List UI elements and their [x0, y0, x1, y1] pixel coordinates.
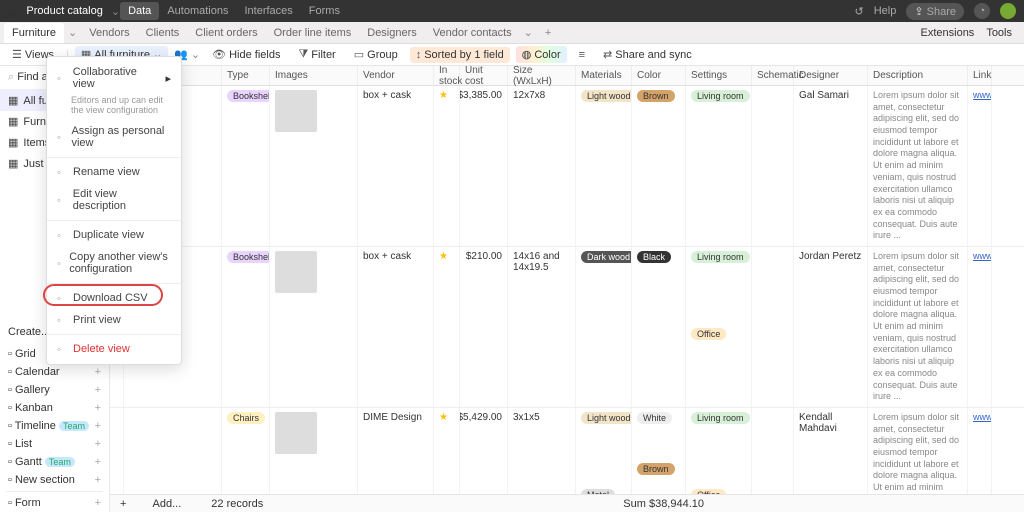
- menu-item[interactable]: ◦Delete view: [47, 338, 181, 360]
- data-grid: NameTypeImagesVendorIn stockUnit costSiz…: [110, 66, 1024, 512]
- create-view-type[interactable]: ▫ Timeline Team+: [0, 417, 109, 435]
- menu-item[interactable]: ◦Print view: [47, 309, 181, 331]
- history-icon[interactable]: ↺: [855, 5, 864, 18]
- menu-item[interactable]: ◦Copy another view's configuration: [47, 246, 181, 280]
- column-header[interactable]: Materials: [576, 66, 632, 85]
- table-row[interactable]: Bookshelves box + cask ★ $3,385.00 12x7x…: [110, 86, 1024, 247]
- table-tabs: Furniture ⌄ Vendors Clients Client order…: [0, 22, 1024, 44]
- help-link[interactable]: Help: [874, 5, 897, 17]
- column-header[interactable]: Color: [632, 66, 686, 85]
- group-button[interactable]: ▭ Group: [348, 46, 404, 63]
- table-row[interactable]: Bookshelves box + cask ★ $210.00 14x16 a…: [110, 247, 1024, 408]
- view-context-menu: ◦Collaborative view▸Editors and up can e…: [46, 56, 182, 365]
- extensions-link[interactable]: Extensions: [921, 27, 975, 39]
- column-header[interactable]: Vendor: [358, 66, 434, 85]
- column-header[interactable]: In stock: [434, 66, 460, 85]
- sum-value: Sum $38,944.10: [623, 498, 704, 510]
- table-tab[interactable]: Order line items: [266, 23, 360, 43]
- record-count: 22 records: [211, 498, 263, 510]
- menu-icon: ◦: [57, 195, 67, 205]
- menu-item[interactable]: ◦Download CSV: [47, 287, 181, 309]
- color-button[interactable]: ◍ Color: [516, 46, 567, 63]
- product-image: [275, 251, 317, 293]
- menu-item[interactable]: ◦Collaborative view▸: [47, 61, 181, 95]
- create-view-type[interactable]: ▫ Calendar +: [0, 363, 109, 381]
- create-view-type[interactable]: ▫ New section +: [0, 471, 109, 489]
- topbar: ▤ Product catalog ⌄ Data Automations Int…: [0, 0, 1024, 22]
- product-image: [275, 412, 317, 454]
- menu-item[interactable]: ◦Edit view description: [47, 183, 181, 217]
- column-header[interactable]: Images: [270, 66, 358, 85]
- table-tab[interactable]: Client orders: [187, 23, 265, 43]
- add-label[interactable]: Add...: [153, 498, 182, 510]
- menu-icon: ◦: [57, 167, 67, 177]
- avatar[interactable]: [1000, 3, 1016, 19]
- tab-automations[interactable]: Automations: [159, 2, 236, 20]
- table-tab[interactable]: Vendors: [81, 23, 137, 43]
- tools-link[interactable]: Tools: [986, 27, 1012, 39]
- menu-icon: ◦: [57, 230, 67, 240]
- column-header[interactable]: Type: [222, 66, 270, 85]
- menu-icon: ◦: [57, 344, 67, 354]
- chevron-down-icon[interactable]: ⌄: [111, 5, 120, 18]
- column-header[interactable]: Unit cost: [460, 66, 508, 85]
- chevron-down-icon[interactable]: ⌄: [64, 26, 81, 39]
- tab-interfaces[interactable]: Interfaces: [236, 2, 300, 20]
- menu-item[interactable]: ◦Assign as personal view: [47, 120, 181, 154]
- share-button[interactable]: ⇪ Share: [906, 3, 964, 20]
- create-view-type[interactable]: ▫ Gantt Team+: [0, 453, 109, 471]
- grid-footer: + Add... 22 records Sum $38,944.10: [110, 494, 1024, 512]
- base-icon: ▤: [8, 5, 18, 18]
- menu-item[interactable]: ◦Rename view: [47, 161, 181, 183]
- column-header[interactable]: Link: [968, 66, 992, 85]
- chevron-down-icon[interactable]: ⌄: [520, 26, 537, 39]
- add-row-button[interactable]: +: [120, 498, 133, 510]
- base-title[interactable]: Product catalog: [26, 5, 102, 17]
- hide-fields-button[interactable]: 👁 Hide fields: [206, 46, 286, 63]
- bell-icon[interactable]: ◔: [974, 3, 990, 19]
- column-header[interactable]: Settings: [686, 66, 752, 85]
- tab-data[interactable]: Data: [120, 2, 159, 20]
- column-header[interactable]: Designer: [794, 66, 868, 85]
- create-view-type[interactable]: ▫ Kanban +: [0, 399, 109, 417]
- create-view-type[interactable]: ▫ Gallery +: [0, 381, 109, 399]
- column-header[interactable]: Size (WxLxH): [508, 66, 576, 85]
- column-header[interactable]: Description: [868, 66, 968, 85]
- filter-button[interactable]: ⧩ Filter: [292, 46, 341, 63]
- menu-item[interactable]: ◦Duplicate view: [47, 224, 181, 246]
- add-table-button[interactable]: +: [537, 23, 559, 43]
- column-header[interactable]: Schematic: [752, 66, 794, 85]
- product-image: [275, 90, 317, 132]
- menu-icon: ◦: [57, 293, 67, 303]
- table-tab[interactable]: Furniture: [4, 23, 64, 43]
- share-sync-button[interactable]: ⇄ Share and sync: [597, 46, 698, 63]
- tab-forms[interactable]: Forms: [301, 2, 348, 20]
- menu-subtitle: Editors and up can edit the view configu…: [47, 95, 181, 120]
- table-tab[interactable]: Designers: [359, 23, 425, 43]
- menu-icon: ◦: [57, 258, 63, 268]
- menu-icon: ◦: [57, 132, 65, 142]
- row-height-button[interactable]: ≡: [573, 47, 591, 63]
- sort-button[interactable]: ↕ Sorted by 1 field: [410, 47, 510, 63]
- menu-icon: ◦: [57, 315, 67, 325]
- table-tab[interactable]: Clients: [138, 23, 188, 43]
- create-view-type[interactable]: ▫ List +: [0, 435, 109, 453]
- table-tab[interactable]: Vendor contacts: [425, 23, 520, 43]
- menu-icon: ◦: [57, 73, 67, 83]
- create-view-type[interactable]: ▫ Form +: [0, 494, 109, 512]
